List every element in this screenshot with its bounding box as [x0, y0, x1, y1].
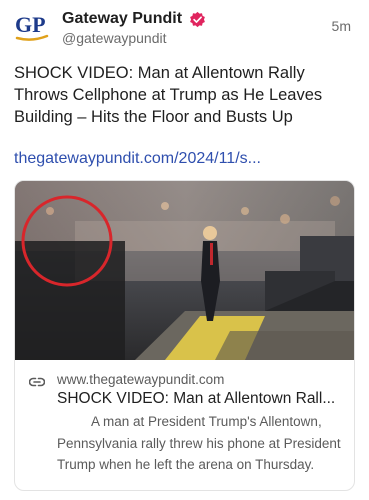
avatar-initials: GP: [15, 12, 46, 37]
preview-image[interactable]: [15, 181, 354, 360]
link-icon: [28, 374, 46, 387]
author-handle[interactable]: @gatewaypundit: [62, 29, 167, 47]
post-timestamp: 5m: [331, 18, 351, 34]
post-link[interactable]: thegatewaypundit.com/2024/11/s...: [14, 148, 261, 170]
card-description: A man at President Trump's Allentown, Pe…: [57, 414, 341, 472]
post-header: GP Gateway Pundit @gatewaypundit 5m: [14, 6, 355, 48]
card-domain: www.thegatewaypundit.com: [57, 372, 225, 387]
avatar[interactable]: GP: [14, 8, 50, 44]
author-name[interactable]: Gateway Pundit: [62, 9, 182, 29]
post-text: SHOCK VIDEO: Man at Allentown Rally Thro…: [14, 64, 323, 126]
card-title: SHOCK VIDEO: Man at Allentown Rall...: [57, 390, 336, 407]
verified-badge-icon: [189, 11, 206, 28]
link-preview-card[interactable]: www.thegatewaypundit.com SHOCK VIDEO: Ma…: [14, 180, 355, 491]
